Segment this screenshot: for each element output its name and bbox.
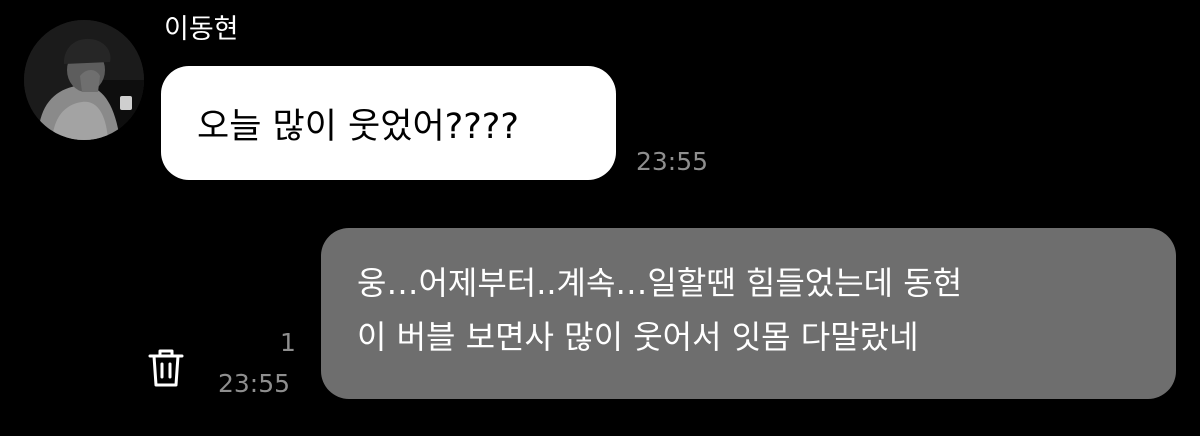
trash-icon[interactable] — [146, 346, 186, 390]
outgoing-message-line-1: 웅…어제부터..계속…일할땐 힘들었는데 동현 — [357, 264, 963, 302]
avatar-photo — [24, 20, 144, 140]
incoming-message-bubble[interactable]: 오늘 많이 웃었어???? — [161, 66, 616, 180]
incoming-message-time: 23:55 — [636, 147, 709, 176]
incoming-message-text: 오늘 많이 웃었어???? — [197, 106, 519, 147]
sender-name: 이동현 — [164, 14, 239, 45]
outgoing-message-time: 23:55 — [218, 369, 291, 398]
read-count: 1 — [280, 328, 296, 357]
outgoing-message-bubble[interactable]: 웅…어제부터..계속…일할땐 힘들었는데 동현 이 버블 보면사 많이 웃어서 … — [321, 228, 1176, 399]
outgoing-message-line-2: 이 버블 보면사 많이 웃어서 잇몸 다말랐네 — [357, 318, 919, 356]
sender-avatar[interactable] — [24, 20, 144, 140]
